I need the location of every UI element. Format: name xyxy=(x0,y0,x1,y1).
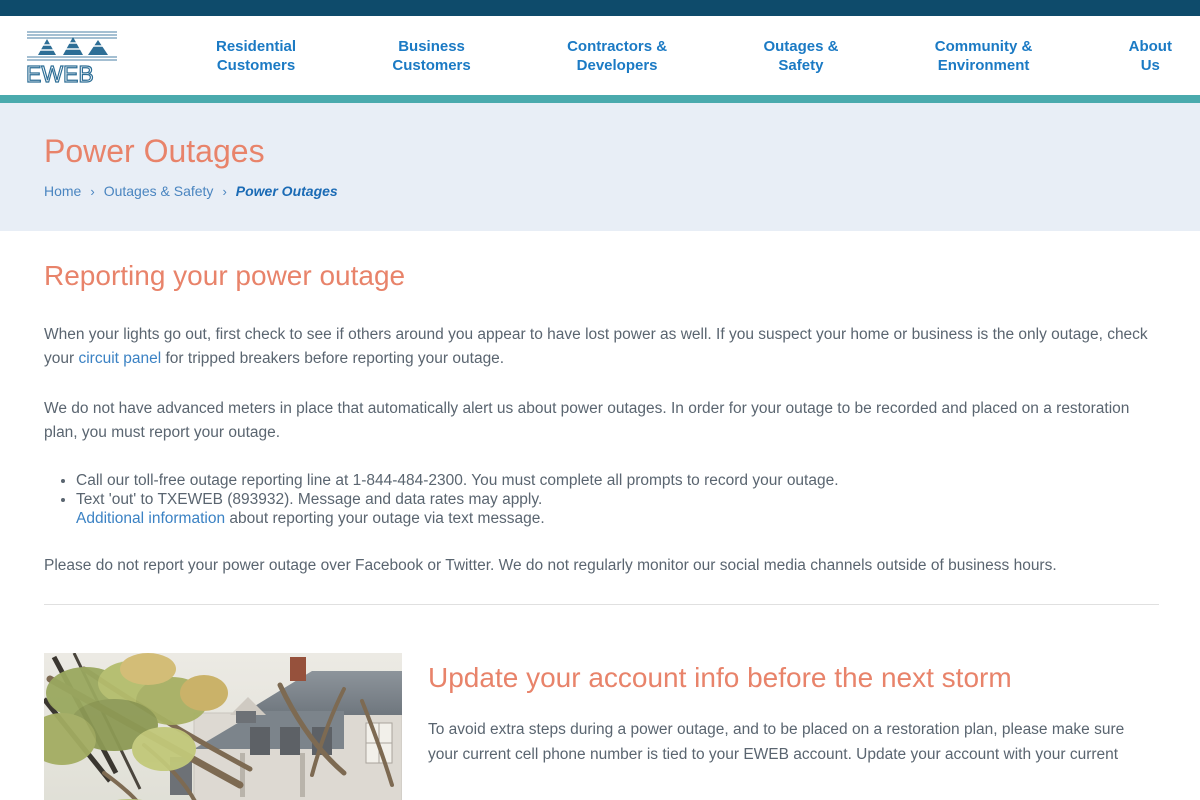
breadcrumb: Home › Outages & Safety › Power Outages xyxy=(44,183,1156,199)
breadcrumb-item-home[interactable]: Home xyxy=(44,183,81,199)
breadcrumb-separator-icon: › xyxy=(90,183,95,199)
bullet-text-message-text: Text 'out' to TXEWEB (893932). Message a… xyxy=(76,491,543,508)
section-heading: Reporting your power outage xyxy=(44,260,406,291)
nav-item-residential-customers[interactable]: Residential Customers xyxy=(210,37,302,75)
top-accent-bar xyxy=(0,0,1200,16)
feature-body-text: To avoid extra steps during a power outa… xyxy=(428,721,1125,763)
paragraph-advanced-meters: We do not have advanced meters in place … xyxy=(44,400,1130,441)
nav-item-community-environment[interactable]: Community & Environment xyxy=(929,37,1039,75)
nav-item-about-us[interactable]: About Us xyxy=(1123,37,1178,75)
storm-damage-photo xyxy=(44,653,402,800)
bullet-additional-info-line: Additional information about reporting y… xyxy=(76,509,1156,528)
circuit-panel-link[interactable]: circuit panel xyxy=(78,350,161,367)
bullet-additional-info-text: about reporting your outage via text mes… xyxy=(225,510,545,527)
nav-item-outages-safety[interactable]: Outages & Safety xyxy=(757,37,844,75)
nav-item-business-customers[interactable]: Business Customers xyxy=(386,37,476,75)
bullet-phone-text: Call our toll-free outage reporting line… xyxy=(76,472,839,489)
feature-section: Update your account info before the next… xyxy=(0,605,1200,800)
breadcrumb-item-current: Power Outages xyxy=(235,183,338,199)
nav-item-contractors-developers[interactable]: Contractors & Developers xyxy=(561,37,673,75)
page-title: Power Outages xyxy=(44,133,265,169)
paragraph-text-part2: for tripped breakers before reporting yo… xyxy=(161,350,505,367)
paragraph-check-neighbors: When your lights go out, first check to … xyxy=(44,323,1156,371)
additional-information-link[interactable]: Additional information xyxy=(76,510,225,527)
paragraph-social-media-notice: Please do not report your power outage o… xyxy=(44,557,1057,574)
list-item: Call our toll-free outage reporting line… xyxy=(76,471,1156,490)
feature-text-block: Update your account info before the next… xyxy=(428,653,1156,800)
feature-heading: Update your account info before the next… xyxy=(428,662,1012,693)
primary-navigation: Residential Customers Business Customers… xyxy=(200,37,1200,75)
breadcrumb-item-outages-safety[interactable]: Outages & Safety xyxy=(104,183,214,199)
logo-wordmark: EWEB xyxy=(26,61,94,84)
reporting-options-list: Call our toll-free outage reporting line… xyxy=(44,471,1156,528)
logo-link[interactable]: EWEB xyxy=(0,28,200,84)
page-banner: Power Outages Home › Outages & Safety › … xyxy=(0,103,1200,231)
teal-divider-rule xyxy=(0,95,1200,103)
list-item: Text 'out' to TXEWEB (893932). Message a… xyxy=(76,490,1156,528)
breadcrumb-separator-icon: › xyxy=(222,183,227,199)
storm-damage-illustration xyxy=(44,653,402,800)
main-content: Reporting your power outage When your li… xyxy=(0,231,1200,605)
eweb-logo-icon: EWEB xyxy=(25,30,117,84)
site-header: EWEB Residential Customers Business Cust… xyxy=(0,16,1200,95)
